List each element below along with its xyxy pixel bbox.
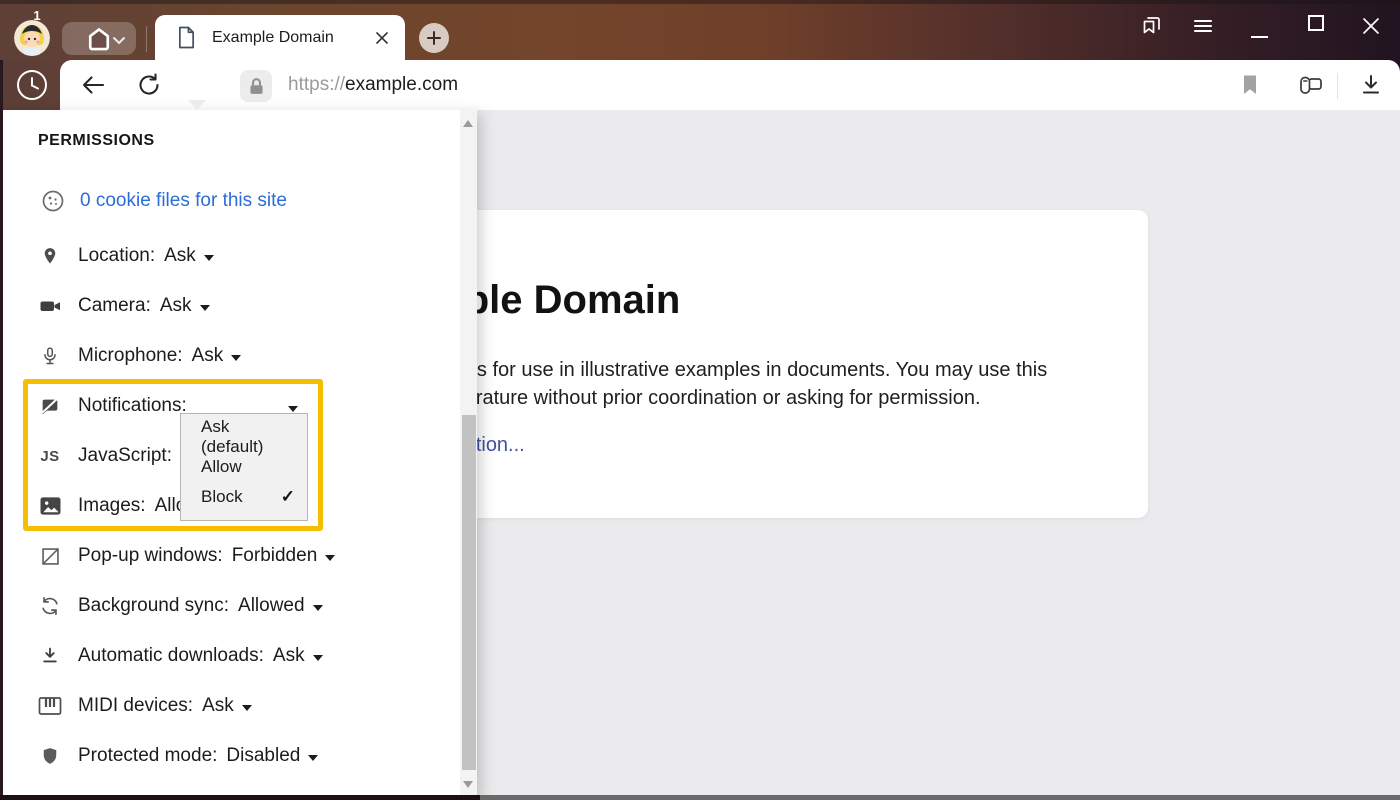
notifications-dropdown-menu: Ask (default) Allow Block ✓ (180, 413, 308, 521)
maximize-button[interactable] (1308, 15, 1324, 31)
dropdown-caret[interactable] (242, 705, 252, 711)
cookie-icon (40, 188, 66, 214)
document-icon (177, 26, 196, 49)
window-left-edge (0, 60, 3, 800)
plus-icon (426, 30, 442, 46)
location-pin-icon (38, 244, 62, 268)
scroll-up-arrow-icon[interactable] (463, 120, 473, 127)
history-button[interactable] (15, 68, 49, 102)
reload-icon (136, 72, 162, 98)
tab-example-domain[interactable]: Example Domain (155, 15, 405, 60)
auto-download-icon (38, 644, 62, 668)
close-window-button[interactable] (1358, 13, 1384, 39)
lock-icon (247, 76, 266, 97)
back-button[interactable] (80, 72, 106, 98)
bookmark-button[interactable] (1240, 73, 1266, 99)
image-icon (38, 494, 62, 518)
panel-scrollbar[interactable] (460, 110, 477, 796)
tab-title: Example Domain (212, 29, 375, 47)
download-icon (1358, 72, 1384, 98)
javascript-icon: JS (38, 444, 62, 468)
address-bar[interactable]: https://example.com (288, 74, 458, 96)
cookie-files-link[interactable]: 0 cookie files for this site (80, 190, 287, 212)
url-scheme: https:// (288, 74, 345, 95)
shield-icon (38, 744, 62, 768)
permission-row-location: Location: Ask (38, 243, 214, 269)
sidebar-tools-button[interactable] (1297, 72, 1323, 98)
back-arrow-icon (80, 72, 106, 98)
panel-title: PERMISSIONS (38, 132, 155, 150)
check-icon: ✓ (281, 487, 295, 507)
permission-row-microphone: Microphone: Ask (38, 343, 241, 369)
tab-counter-value: 1 (24, 8, 50, 23)
downloads-button[interactable] (1358, 72, 1384, 98)
tab-counter-house-icon (85, 25, 113, 53)
clock-icon (16, 69, 48, 101)
minimize-button[interactable] (1251, 36, 1268, 38)
scroll-down-arrow-icon[interactable] (463, 781, 473, 788)
dropdown-caret[interactable] (288, 406, 298, 412)
dropdown-caret[interactable] (325, 555, 335, 561)
permission-row-midi: MIDI devices: Ask (38, 693, 252, 719)
dropdown-caret[interactable] (204, 255, 214, 261)
passwords-icon (1297, 72, 1327, 98)
permission-row-camera: Camera: Ask (38, 293, 210, 319)
site-permissions-button[interactable] (240, 70, 272, 102)
camera-icon (38, 294, 62, 318)
permission-row-popups: Pop-up windows: Forbidden (38, 543, 335, 569)
dropdown-caret[interactable] (308, 755, 318, 761)
dropdown-caret[interactable] (231, 355, 241, 361)
reload-button[interactable] (136, 72, 162, 98)
notifications-muted-icon (38, 394, 62, 418)
cookie-files-row[interactable]: 0 cookie files for this site (40, 188, 287, 214)
window-bottom-edge-dark (0, 795, 480, 800)
navigation-toolbar: https://example.com (60, 60, 1400, 110)
profile-avatar[interactable] (14, 20, 50, 56)
tab-close-icon[interactable] (375, 31, 389, 45)
toolbar-divider (1337, 73, 1338, 99)
sync-icon (38, 594, 62, 618)
menu-item-block[interactable]: Block ✓ (181, 482, 307, 512)
window-bottom-edge-gray (480, 795, 1400, 800)
microphone-icon (38, 344, 62, 368)
popup-blocked-icon (38, 544, 62, 568)
menu-item-ask-default[interactable]: Ask (default) (181, 422, 307, 452)
close-icon (1361, 16, 1381, 36)
url-host: example.com (345, 74, 458, 95)
permission-row-protected-mode: Protected mode: Disabled (38, 743, 318, 769)
midi-keys-icon (38, 694, 62, 718)
permission-row-auto-downloads: Automatic downloads: Ask (38, 643, 323, 669)
scrollbar-thumb[interactable] (462, 415, 476, 770)
permission-row-background-sync: Background sync: Allowed (38, 593, 323, 619)
dropdown-caret[interactable] (313, 655, 323, 661)
menu-button[interactable] (1194, 13, 1220, 39)
titlebar-divider (146, 26, 147, 52)
collections-icon (1138, 13, 1164, 39)
dropdown-caret[interactable] (200, 305, 210, 311)
bookmark-icon (1240, 73, 1260, 97)
popup-anchor-notch (188, 100, 206, 110)
new-tab-button[interactable] (419, 23, 449, 53)
dropdown-caret[interactable] (313, 605, 323, 611)
collections-button[interactable] (1138, 13, 1164, 39)
sidebar-strip (0, 60, 60, 110)
browser-window: Example Domain This domain is for use in… (0, 0, 1400, 800)
chevron-down-icon[interactable] (112, 32, 126, 50)
